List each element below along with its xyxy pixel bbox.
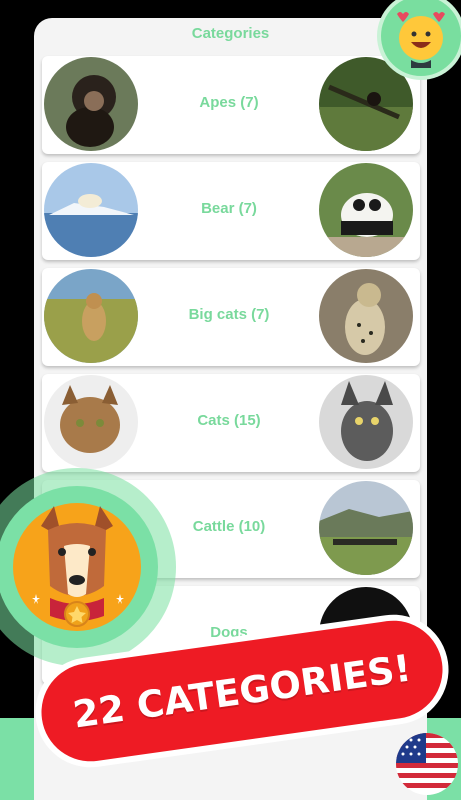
category-card-big-cats[interactable]: Big cats (7) [42,268,420,366]
bear-thumbnail-left [44,163,138,257]
dog-medal-icon [0,486,158,648]
bear-thumbnail-right [319,163,413,257]
dog-badge [0,468,176,666]
apes-thumbnail-left [44,57,138,151]
banner-text: 22 CATEGORIES! [70,646,414,736]
us-flag-icon[interactable] [396,733,458,795]
category-card-apes[interactable]: Apes (7) [42,56,420,154]
page-title: Categories [191,25,270,42]
category-label: Bear (7) [201,200,257,217]
category-card-bear[interactable]: Bear (7) [42,162,420,260]
category-card-cats[interactable]: Cats (15) [42,374,420,472]
big-cats-thumbnail-left [44,269,138,363]
category-label: Big cats (7) [188,306,270,323]
cats-thumbnail-right [319,375,413,469]
category-label: Apes (7) [199,94,259,111]
category-label: Cats (15) [197,412,261,429]
big-cats-thumbnail-right [319,269,413,363]
cattle-thumbnail-right [319,481,413,575]
cats-thumbnail-left [44,375,138,469]
happy-emoji-icon [381,0,461,76]
